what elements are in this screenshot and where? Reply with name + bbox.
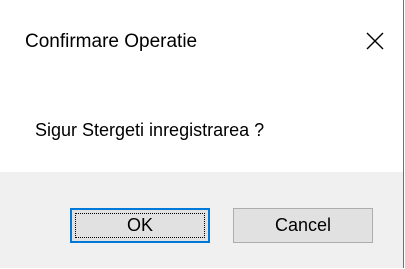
close-icon xyxy=(366,32,384,50)
cancel-button[interactable]: Cancel xyxy=(233,208,373,243)
ok-button[interactable]: OK xyxy=(70,208,210,243)
dialog-title: Confirmare Operatie xyxy=(25,31,198,52)
cancel-button-label: Cancel xyxy=(274,215,332,235)
confirm-dialog: Confirmare Operatie Sigur Stergeti inreg… xyxy=(0,0,404,268)
confirm-message: Sigur Stergeti inregistrarea ? xyxy=(35,120,265,140)
title-bar: Confirmare Operatie xyxy=(0,0,403,88)
close-button[interactable] xyxy=(355,22,395,60)
dialog-content: Sigur Stergeti inregistrarea ? xyxy=(0,88,403,172)
ok-button-label: OK xyxy=(126,215,153,235)
dialog-footer: OK Cancel xyxy=(0,172,403,268)
